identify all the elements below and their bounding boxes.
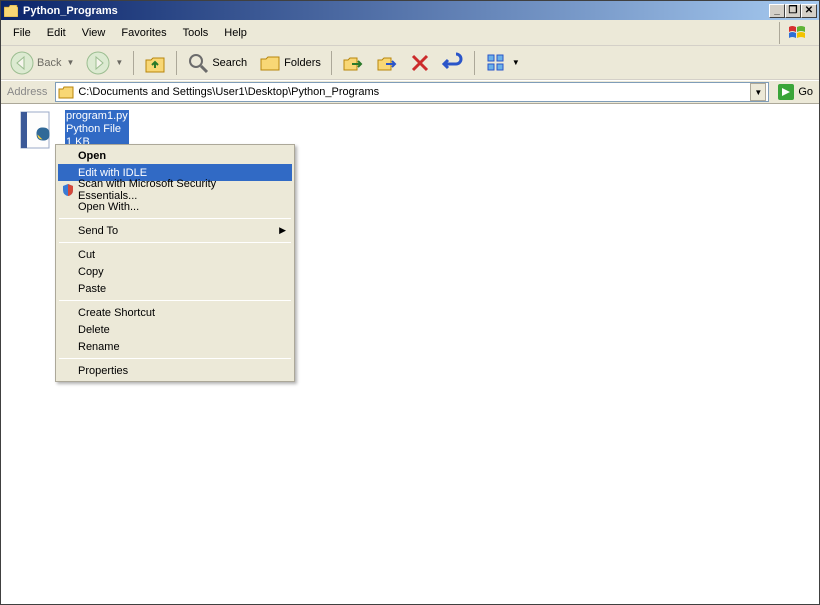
delete-button[interactable]: [405, 49, 435, 77]
ctx-properties[interactable]: Properties: [58, 362, 292, 379]
undo-button[interactable]: [437, 49, 469, 77]
file-type: Python File: [65, 123, 129, 136]
folder-up-icon: [144, 52, 166, 74]
separator: [59, 242, 291, 243]
content-area[interactable]: program1.py Python File 1 KB Open Edit w…: [1, 104, 819, 604]
explorer-window: Python_Programs _ ❐ ✕ File Edit View Fav…: [0, 0, 820, 605]
go-icon: [777, 83, 795, 101]
ctx-copy[interactable]: Copy: [58, 263, 292, 280]
ctx-cut[interactable]: Cut: [58, 246, 292, 263]
separator: [59, 300, 291, 301]
folder-icon: [3, 4, 19, 18]
chevron-down-icon: ▼: [66, 58, 74, 67]
menu-edit[interactable]: Edit: [39, 24, 74, 42]
ctx-rename[interactable]: Rename: [58, 338, 292, 355]
menu-bar: File Edit View Favorites Tools Help: [1, 20, 819, 46]
separator: [59, 218, 291, 219]
copy-to-button[interactable]: [371, 49, 403, 77]
address-dropdown[interactable]: ▼: [750, 83, 766, 101]
go-button[interactable]: Go: [773, 82, 817, 102]
back-button[interactable]: Back ▼: [5, 49, 79, 77]
address-bar: Address C:\Documents and Settings\User1\…: [1, 80, 819, 104]
search-icon: [187, 52, 209, 74]
views-button[interactable]: ▼: [480, 49, 525, 77]
window-controls: _ ❐ ✕: [769, 4, 817, 18]
delete-icon: [410, 53, 430, 73]
up-button[interactable]: [139, 49, 171, 77]
ctx-scan[interactable]: Scan with Microsoft Security Essentials.…: [58, 181, 292, 198]
chevron-down-icon: ▼: [115, 58, 123, 67]
title-bar: Python_Programs _ ❐ ✕: [1, 1, 819, 20]
move-to-icon: [342, 52, 364, 74]
chevron-down-icon: ▼: [512, 58, 520, 67]
move-to-button[interactable]: [337, 49, 369, 77]
close-button[interactable]: ✕: [801, 4, 817, 18]
folders-icon: [259, 52, 281, 74]
ctx-create-shortcut[interactable]: Create Shortcut: [58, 304, 292, 321]
ctx-open[interactable]: Open: [58, 147, 292, 164]
address-label: Address: [3, 86, 51, 98]
menu-favorites[interactable]: Favorites: [113, 24, 174, 42]
windows-logo-icon: [779, 22, 815, 44]
minimize-button[interactable]: _: [769, 4, 785, 18]
ctx-send-to[interactable]: Send To▶: [58, 222, 292, 239]
file-name: program1.py: [65, 110, 129, 123]
search-button[interactable]: Search: [182, 49, 252, 77]
folders-button[interactable]: Folders: [254, 49, 326, 77]
toolbar: Back ▼ ▼ Search Folders: [1, 46, 819, 80]
menu-help[interactable]: Help: [216, 24, 255, 42]
window-title: Python_Programs: [23, 5, 769, 17]
menu-tools[interactable]: Tools: [175, 24, 217, 42]
views-icon: [485, 52, 507, 74]
maximize-button[interactable]: ❐: [785, 4, 801, 18]
shield-icon: [60, 182, 76, 198]
forward-icon: [86, 51, 110, 75]
ctx-delete[interactable]: Delete: [58, 321, 292, 338]
ctx-open-with[interactable]: Open With...: [58, 198, 292, 215]
undo-icon: [442, 52, 464, 74]
context-menu: Open Edit with IDLE Scan with Microsoft …: [55, 144, 295, 382]
menu-file[interactable]: File: [5, 24, 39, 42]
folder-icon: [58, 85, 74, 99]
address-path: C:\Documents and Settings\User1\Desktop\…: [78, 86, 746, 98]
submenu-arrow-icon: ▶: [279, 225, 286, 236]
forward-button[interactable]: ▼: [81, 49, 128, 77]
separator: [59, 358, 291, 359]
menu-view[interactable]: View: [74, 24, 114, 42]
ctx-paste[interactable]: Paste: [58, 280, 292, 297]
address-input[interactable]: C:\Documents and Settings\User1\Desktop\…: [55, 82, 769, 102]
back-icon: [10, 51, 34, 75]
copy-to-icon: [376, 52, 398, 74]
